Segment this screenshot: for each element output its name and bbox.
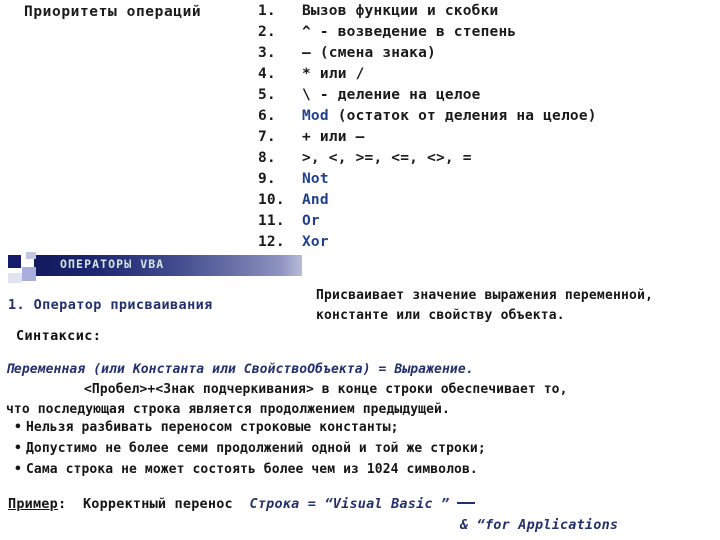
bullet-icon: • — [14, 462, 22, 477]
example-separator: : — [57, 496, 67, 512]
list-item: 6. Mod (остаток от деления на целое) — [258, 108, 720, 129]
list-item-text: Вызов функции и скобки — [302, 3, 499, 19]
page-title: Приоритеты операций — [24, 4, 202, 20]
continuation-rule-line1: <Пробел>+<Знак подчеркивания> в конце ст… — [84, 382, 568, 397]
list-item-number: 8. — [258, 150, 276, 166]
list-item-number: 5. — [258, 87, 276, 103]
list-item-text: Сама строка не может состоять более чем … — [26, 462, 478, 477]
list-item: 3. – (смена знака) — [258, 45, 720, 66]
bullet-icon: • — [14, 420, 22, 435]
list-item-number: 11. — [258, 213, 285, 229]
keyword-mod: Mod — [302, 108, 329, 124]
list-item: • Нельзя разбивать переносом строковые к… — [10, 420, 720, 441]
example-code-line-2: & “for Applications — [460, 517, 619, 533]
operator-title: 1. Оператор присваивания — [8, 297, 213, 313]
list-item: 2. ^ - возведение в степень — [258, 24, 720, 45]
list-item-text: Xor — [302, 234, 329, 250]
list-item: 7. + или – — [258, 129, 720, 150]
continuation-rule: <Пробел>+<Знак подчеркивания> в конце ст… — [6, 380, 718, 420]
list-item-text: – (смена знака) — [302, 45, 436, 61]
list-item-text-rest: (остаток от деления на целое) — [328, 108, 597, 124]
decorative-strip — [26, 252, 36, 259]
operator-priority-list: 1. Вызов функции и скобки 2. ^ - возведе… — [258, 3, 720, 255]
list-item-number: 6. — [258, 108, 276, 124]
syntax-label: Синтаксис: — [16, 328, 102, 344]
list-item-text: Нельзя разбивать переносом строковые кон… — [26, 420, 399, 435]
list-item-text: Mod (остаток от деления на целое) — [302, 108, 597, 124]
list-item: 5. \ - деление на целое — [258, 87, 720, 108]
continuation-rule-line2: что последующая строка является продолже… — [6, 402, 450, 417]
line-continuation-underscore — [457, 501, 476, 504]
example-code-line-1: Строка = “Visual Basic ” — [249, 496, 450, 512]
list-item-number: 4. — [258, 66, 276, 82]
list-item-text: >, <, >=, <=, <>, = — [302, 150, 472, 166]
example-lead-text: Корректный перенос — [82, 496, 233, 512]
example-line-1: Пример: Корректный перенос Строка = “Vis… — [8, 494, 720, 515]
list-item-text: And — [302, 192, 329, 208]
list-item-text: Not — [302, 171, 329, 187]
syntax-expression: Переменная (или Константа или СвойствоОб… — [6, 362, 474, 377]
list-item-number: 10. — [258, 192, 285, 208]
decorative-square-lavender — [22, 267, 36, 281]
list-item-number: 7. — [258, 129, 276, 145]
list-item-text: Допустимо не более семи продолжений одно… — [26, 441, 486, 456]
example-label: Пример — [8, 496, 58, 512]
list-item: 10. And — [258, 192, 720, 213]
list-item: 11. Or — [258, 213, 720, 234]
list-item-text: * или / — [302, 66, 365, 82]
bullet-icon: • — [14, 441, 22, 456]
list-item-text: + или – — [302, 129, 365, 145]
list-item-number: 1. — [258, 3, 276, 19]
list-item: 8. >, <, >=, <=, <>, = — [258, 150, 720, 171]
list-item-number: 9. — [258, 171, 276, 187]
list-item-text: ^ - возведение в степень — [302, 24, 517, 40]
assignment-description: Присваивает значение выражения переменно… — [316, 288, 654, 323]
list-item-text: \ - деление на целое — [302, 87, 481, 103]
example-block: Пример: Корректный перенос Строка = “Vis… — [8, 494, 720, 536]
list-item-number: 12. — [258, 234, 285, 250]
list-item: 4. * или / — [258, 66, 720, 87]
rules-bullet-list: • Нельзя разбивать переносом строковые к… — [10, 420, 720, 483]
list-item-number: 3. — [258, 45, 276, 61]
list-item: • Допустимо не более семи продолжений од… — [10, 441, 720, 462]
list-item: • Сама строка не может состоять более че… — [10, 462, 720, 483]
list-item: 9. Not — [258, 171, 720, 192]
list-item: 1. Вызов функции и скобки — [258, 3, 720, 24]
section-header-label: ОПЕРАТОРЫ VBA — [60, 257, 165, 271]
list-item-number: 2. — [258, 24, 276, 40]
decorative-square-navy — [8, 255, 21, 268]
list-item-text: Or — [302, 213, 320, 229]
